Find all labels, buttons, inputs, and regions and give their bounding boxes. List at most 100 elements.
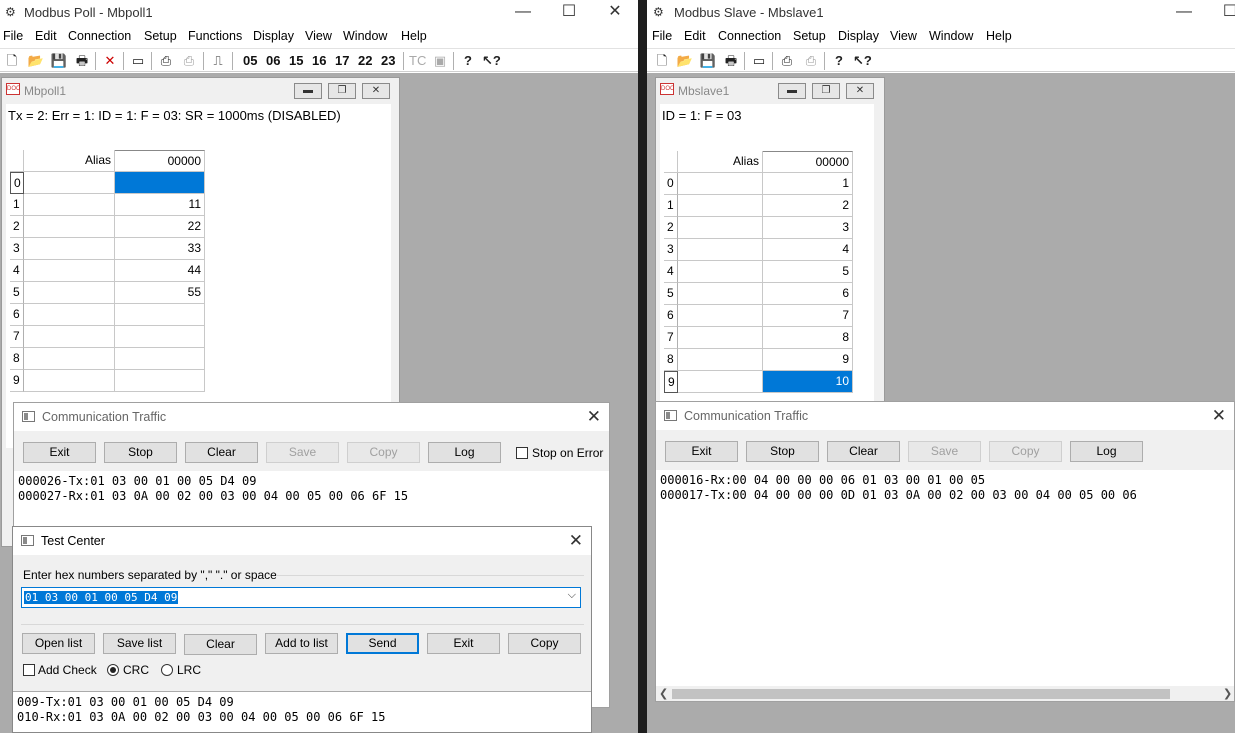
horizontal-scrollbar[interactable]: ❮ ❯ <box>656 686 1234 701</box>
traffic-clear-button[interactable]: Clear <box>185 442 258 463</box>
child-restore-button[interactable]: ❐ <box>328 83 356 99</box>
alias-cell[interactable] <box>24 282 115 304</box>
menu-help[interactable]: Help <box>401 29 427 43</box>
col-address-header[interactable]: 00000 <box>763 151 853 173</box>
fc16-button[interactable]: 16 <box>312 53 326 68</box>
register-value-cell[interactable]: 4 <box>763 239 853 261</box>
delete-icon[interactable]: ✕ <box>101 52 119 70</box>
alias-cell[interactable] <box>24 238 115 260</box>
fc22-button[interactable]: 22 <box>358 53 372 68</box>
row-index[interactable]: 1 <box>10 194 24 216</box>
scrollbar-thumb[interactable] <box>672 689 1170 699</box>
window-icon[interactable]: ▭ <box>129 52 147 70</box>
child-close-button[interactable]: ✕ <box>846 83 874 99</box>
fc23-button[interactable]: 23 <box>381 53 395 68</box>
open-folder-icon[interactable]: 📂 <box>676 52 694 70</box>
alias-cell[interactable] <box>24 194 115 216</box>
row-index[interactable]: 5 <box>10 282 24 304</box>
alias-cell[interactable] <box>24 304 115 326</box>
menu-functions[interactable]: Functions <box>188 29 242 43</box>
menu-connection[interactable]: Connection <box>68 29 131 43</box>
fc17-button[interactable]: 17 <box>335 53 349 68</box>
stop-on-error-checkbox[interactable] <box>516 447 528 459</box>
alias-cell[interactable] <box>24 370 115 392</box>
traffic-stop-button[interactable]: Stop <box>746 441 819 462</box>
menu-view[interactable]: View <box>890 29 917 43</box>
register-value-cell[interactable] <box>115 304 205 326</box>
chevron-down-icon[interactable]: ⌵ <box>568 589 576 602</box>
register-value-cell[interactable]: 7 <box>763 305 853 327</box>
tc-clear-button[interactable]: Clear <box>184 634 257 655</box>
tc-exit-button[interactable]: Exit <box>427 633 500 654</box>
row-index[interactable]: 7 <box>10 326 24 348</box>
alias-cell[interactable] <box>678 327 763 349</box>
close-icon[interactable]: ✕ <box>587 407 601 427</box>
context-help-icon[interactable]: ↖? <box>853 52 872 70</box>
alias-cell[interactable] <box>24 326 115 348</box>
register-value-cell[interactable]: 44 <box>115 260 205 282</box>
save-icon[interactable]: 💾 <box>50 52 68 70</box>
menu-view[interactable]: View <box>305 29 332 43</box>
window-icon[interactable]: ▭ <box>750 52 768 70</box>
register-value-cell[interactable] <box>115 348 205 370</box>
disconnect-icon[interactable]: ⎙ <box>180 52 198 70</box>
row-index[interactable]: 8 <box>10 348 24 370</box>
register-value-cell[interactable]: 33 <box>115 238 205 260</box>
row-index[interactable]: 6 <box>664 305 678 327</box>
row-index[interactable]: 4 <box>664 261 678 283</box>
open-list-button[interactable]: Open list <box>22 633 95 654</box>
maximize-button[interactable]: ☐ <box>546 0 592 24</box>
register-value-cell[interactable]: 22 <box>115 216 205 238</box>
register-value-cell[interactable]: 6 <box>763 283 853 305</box>
print-icon[interactable]: 🖶 <box>73 52 91 70</box>
minimize-button[interactable]: — <box>1161 0 1207 24</box>
menu-window[interactable]: Window <box>929 29 973 43</box>
alias-cell[interactable] <box>678 283 763 305</box>
row-index[interactable]: 2 <box>10 216 24 238</box>
alias-cell[interactable] <box>678 217 763 239</box>
new-file-icon[interactable]: 🗋 <box>653 52 671 70</box>
crc-radio[interactable] <box>107 664 119 676</box>
register-value-cell[interactable]: 10 <box>763 371 853 393</box>
add-to-list-button[interactable]: Add to list <box>265 633 338 654</box>
alias-cell[interactable] <box>678 195 763 217</box>
close-icon[interactable]: ✕ <box>1212 406 1226 426</box>
row-index[interactable]: 2 <box>664 217 678 239</box>
row-index[interactable]: 6 <box>10 304 24 326</box>
connect-icon[interactable]: ⎙ <box>157 52 175 70</box>
col-alias-header[interactable]: Alias <box>24 150 115 172</box>
menu-connection[interactable]: Connection <box>718 29 781 43</box>
menu-edit[interactable]: Edit <box>684 29 706 43</box>
open-folder-icon[interactable]: 📂 <box>27 52 45 70</box>
traffic-save-button[interactable]: Save <box>266 442 339 463</box>
traffic-clear-button[interactable]: Clear <box>827 441 900 462</box>
menu-edit[interactable]: Edit <box>35 29 57 43</box>
register-value-cell[interactable]: 1 <box>763 173 853 195</box>
traffic-copy-button[interactable]: Copy <box>347 442 420 463</box>
alias-cell[interactable] <box>678 371 763 393</box>
register-value-cell[interactable]: 8 <box>763 327 853 349</box>
row-index[interactable]: 0 <box>10 172 24 194</box>
menu-display[interactable]: Display <box>253 29 294 43</box>
traffic-exit-button[interactable]: Exit <box>23 442 96 463</box>
register-value-cell[interactable] <box>115 326 205 348</box>
help-icon[interactable]: ? <box>830 52 848 70</box>
send-button[interactable]: Send <box>346 633 419 654</box>
row-index[interactable]: 0 <box>664 173 678 195</box>
menu-file[interactable]: File <box>652 29 672 43</box>
register-value-cell[interactable]: 11 <box>115 194 205 216</box>
help-icon[interactable]: ? <box>459 52 477 70</box>
menu-file[interactable]: File <box>3 29 23 43</box>
menu-display[interactable]: Display <box>838 29 879 43</box>
close-icon[interactable]: ✕ <box>569 531 583 551</box>
register-value-cell[interactable]: 9 <box>763 349 853 371</box>
maximize-button[interactable]: ☐ <box>1207 0 1235 24</box>
alias-cell[interactable] <box>24 216 115 238</box>
menu-window[interactable]: Window <box>343 29 387 43</box>
row-index[interactable]: 1 <box>664 195 678 217</box>
fc06-button[interactable]: 06 <box>266 53 280 68</box>
alias-cell[interactable] <box>678 305 763 327</box>
register-value-cell[interactable]: 3 <box>763 217 853 239</box>
fc15-button[interactable]: 15 <box>289 53 303 68</box>
register-value-cell[interactable] <box>115 370 205 392</box>
